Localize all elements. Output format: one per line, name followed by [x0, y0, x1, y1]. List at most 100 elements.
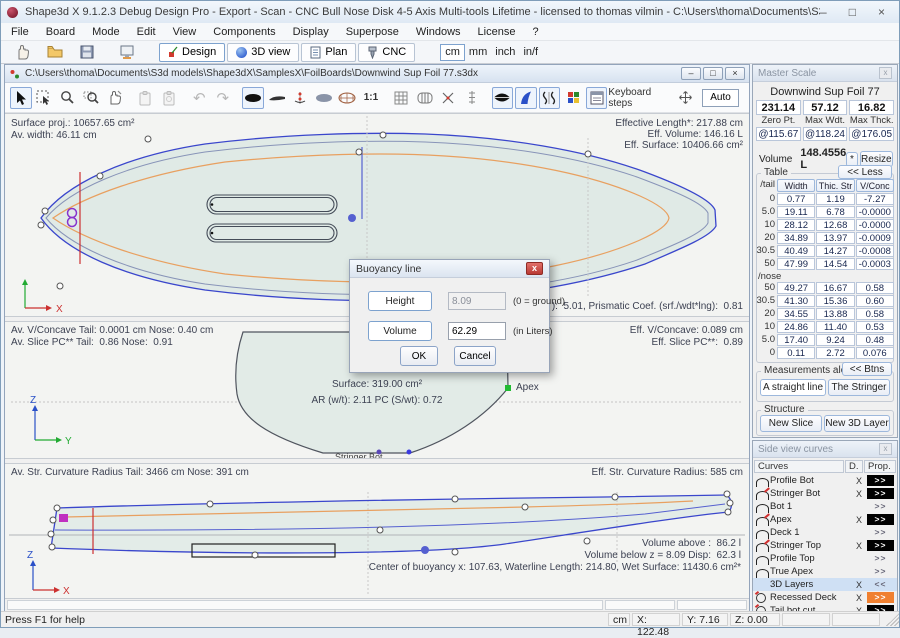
scale-1-1[interactable]: 1:1	[360, 87, 382, 109]
curve-display-flag[interactable]: X	[851, 515, 867, 525]
height-button[interactable]: Height	[368, 291, 432, 311]
width-cell[interactable]: 49.27	[777, 282, 815, 294]
open-folder-icon[interactable]	[45, 43, 65, 61]
pan-hand-icon[interactable]	[104, 87, 126, 109]
curve-prop-button[interactable]: >>	[867, 488, 894, 499]
curve-prop-button[interactable]: >>	[867, 566, 894, 577]
curve-name[interactable]: 3D Layers	[770, 579, 851, 590]
curve-prop-button[interactable]: >>	[867, 514, 894, 525]
width-cell[interactable]: 24.86	[777, 321, 815, 333]
menu-item[interactable]: Superpose	[346, 26, 399, 38]
slices-grid-icon[interactable]	[414, 87, 436, 109]
curve-prop-button[interactable]: >>	[867, 553, 894, 564]
curve-prop-button[interactable]: >>	[867, 540, 894, 551]
zoom-icon[interactable]	[57, 87, 79, 109]
volume-button[interactable]: Volume	[368, 321, 432, 341]
vconc-cell[interactable]: -7.27	[856, 193, 894, 205]
vconc-cell[interactable]: -0.0009	[856, 232, 894, 244]
measure-icon[interactable]	[461, 87, 483, 109]
width-cell[interactable]: 19.11	[777, 206, 815, 218]
width-cell[interactable]: 0.77	[777, 193, 815, 205]
dimension-value[interactable]: 16.82	[849, 100, 894, 115]
curve-display-flag[interactable]: X	[851, 489, 867, 499]
vconc-cell[interactable]: 0.076	[856, 347, 894, 359]
menu-item[interactable]: Components	[213, 26, 275, 38]
master-scale-close-icon[interactable]: x	[879, 67, 892, 79]
menu-item[interactable]: Edit	[137, 26, 156, 38]
width-cell[interactable]: 41.30	[777, 295, 815, 307]
curve-list-item[interactable]: Deck 1 >>	[753, 526, 897, 539]
table-header-vconc[interactable]: V/Conc	[856, 179, 894, 192]
curve-name[interactable]: Apex	[770, 514, 851, 525]
curve-name[interactable]: Recessed Deck	[770, 592, 851, 603]
color-settings-icon[interactable]	[562, 87, 584, 109]
thickness-cell[interactable]: 13.88	[816, 308, 854, 320]
new-slice-button[interactable]: New Slice	[760, 415, 822, 432]
curve-name[interactable]: Bot 1	[770, 501, 851, 512]
grid-icon[interactable]	[391, 87, 413, 109]
thickness-cell[interactable]: 14.27	[816, 245, 854, 257]
new-3d-layer-button[interactable]: New 3D Layer	[824, 415, 890, 432]
profile-view-icon[interactable]	[266, 87, 288, 109]
thickness-cell[interactable]: 6.78	[816, 206, 854, 218]
width-cell[interactable]: 0.11	[777, 347, 815, 359]
thickness-cell[interactable]: 15.36	[816, 295, 854, 307]
menu-item[interactable]: Display	[293, 26, 329, 38]
curve-name[interactable]: Stringer Top	[770, 540, 851, 551]
outline-view-icon[interactable]	[242, 87, 264, 109]
marquee-select-icon[interactable]	[34, 87, 56, 109]
design-mode-button[interactable]: Design	[159, 43, 225, 62]
doc-minimize-button[interactable]: –	[681, 67, 701, 80]
width-cell[interactable]: 17.40	[777, 334, 815, 346]
vconc-cell[interactable]: 0.58	[856, 282, 894, 294]
curve-name[interactable]: Profile Top	[770, 553, 851, 564]
display-col-header[interactable]: D.	[845, 460, 863, 473]
bottom-view-icon[interactable]	[492, 87, 514, 109]
plan-button[interactable]: Plan	[301, 43, 356, 62]
curve-prop-button[interactable]: >>	[867, 475, 894, 486]
vconc-cell[interactable]: -0.0000	[856, 219, 894, 231]
width-cell[interactable]: 40.49	[777, 245, 815, 257]
cancel-button[interactable]: Cancel	[454, 346, 496, 366]
properties-panel-icon[interactable]	[586, 87, 608, 109]
dialog-close-button[interactable]: x	[526, 262, 543, 275]
ok-button[interactable]: OK	[400, 346, 438, 366]
document-titlebar[interactable]: C:\Users\thoma\Documents\S3d models\Shap…	[5, 65, 749, 83]
thickness-cell[interactable]: 2.72	[816, 347, 854, 359]
curve-list-item[interactable]: Stringer Top X >>	[753, 539, 897, 552]
curve-list-item[interactable]: Bot 1 >>	[753, 500, 897, 513]
vconc-cell[interactable]: 0.60	[856, 295, 894, 307]
less-button[interactable]: << Less	[838, 165, 892, 179]
width-cell[interactable]: 47.99	[777, 258, 815, 270]
unit-cm[interactable]: cm	[440, 44, 465, 61]
thickness-cell[interactable]: 1.19	[816, 193, 854, 205]
fin-icon[interactable]	[515, 87, 537, 109]
curve-name[interactable]: Deck 1	[770, 527, 851, 538]
wireframe-view-icon[interactable]	[337, 87, 359, 109]
curve-list-item[interactable]: Profile Top >>	[753, 552, 897, 565]
dimension-value[interactable]: 231.14	[756, 100, 801, 115]
side-canvas[interactable]: Z X	[5, 464, 749, 599]
thickness-cell[interactable]: 16.67	[816, 282, 854, 294]
vconc-cell[interactable]: -0.0003	[856, 258, 894, 270]
vconc-cell[interactable]: -0.0008	[856, 245, 894, 257]
minimize-button[interactable]: –	[820, 5, 827, 19]
unit-option[interactable]: inch	[491, 44, 519, 61]
thickness-cell[interactable]: 12.68	[816, 219, 854, 231]
side-curves-titlebar[interactable]: Side view curves x	[753, 441, 897, 458]
curve-list-item[interactable]: Stringer Bot X >>	[753, 487, 897, 500]
master-scale-titlebar[interactable]: Master Scale x	[753, 65, 897, 82]
menu-item[interactable]: ?	[532, 26, 538, 38]
dimension-position[interactable]: @176.05	[849, 127, 894, 141]
resize-grip[interactable]	[886, 613, 899, 626]
deck-view-icon[interactable]	[313, 87, 335, 109]
volume-field[interactable]	[448, 322, 506, 340]
vconc-cell[interactable]: 0.53	[856, 321, 894, 333]
width-cell[interactable]: 34.55	[777, 308, 815, 320]
menu-item[interactable]: File	[11, 26, 29, 38]
menu-item[interactable]: View	[173, 26, 197, 38]
cnc-button[interactable]: CNC	[358, 43, 415, 62]
prop-col-header[interactable]: Prop.	[864, 460, 896, 473]
close-button[interactable]: ×	[878, 5, 885, 19]
save-icon[interactable]	[77, 43, 97, 61]
